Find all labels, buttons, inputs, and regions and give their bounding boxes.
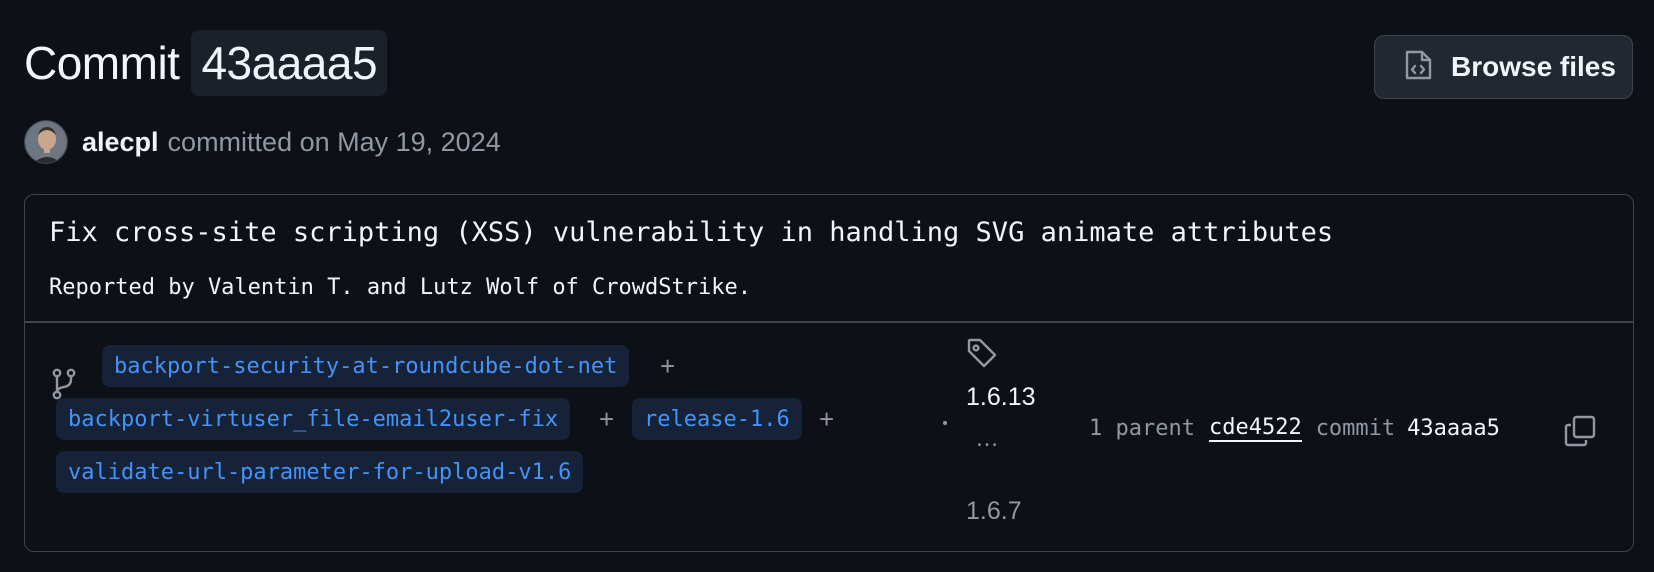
divider [25,321,1633,323]
branch-pill[interactable]: release-1.6 [632,398,802,440]
branch-pill[interactable]: validate-url-parameter-for-upload-v1.6 [56,451,584,493]
separator-dot [943,421,947,425]
commit-sha: 43aaaa5 [1407,416,1500,441]
commit-sha-badge: 43aaaa5 [191,30,388,96]
copy-icon[interactable] [1563,414,1597,453]
parent-sha-link[interactable]: cde4522 [1208,415,1302,442]
author-row: alecpl committed on May 19, 2024 [24,120,501,164]
author-name[interactable]: alecpl [82,127,159,158]
commit-header: Commit 43aaaa5 [24,30,388,96]
tags-ellipsis-button[interactable]: … [975,425,1001,453]
commit-details-box: Fix cross-site scripting (XSS) vulnerabi… [24,194,1634,552]
file-code-icon [1401,48,1435,87]
parent-count: 1 parent [1089,416,1195,441]
avatar[interactable] [24,120,68,164]
commit-message-body: Reported by Valentin T. and Lutz Wolf of… [49,275,751,300]
tag-icon [966,337,998,374]
branch-separator: + [599,404,615,434]
browse-files-button[interactable]: Browse files [1374,35,1633,99]
tag-oldest[interactable]: 1.6.7 [966,497,1022,526]
branch-pill[interactable]: backport-security-at-roundcube-dot-net [102,345,630,387]
page-title: Commit [24,37,180,89]
browse-files-label: Browse files [1451,51,1616,82]
branch-separator: + [660,351,676,381]
parent-info: 1 parent cde4522 commit 43aaaa5 [1089,415,1500,442]
commit-message-title: Fix cross-site scripting (XSS) vulnerabi… [49,217,1334,248]
commit-label: commit [1315,416,1396,441]
commit-date: committed on May 19, 2024 [167,126,501,157]
branch-pill[interactable]: backport-virtuser_file-email2user-fix [56,398,571,440]
branch-separator: + [819,404,835,434]
tag-newest[interactable]: 1.6.13 [966,383,1036,412]
